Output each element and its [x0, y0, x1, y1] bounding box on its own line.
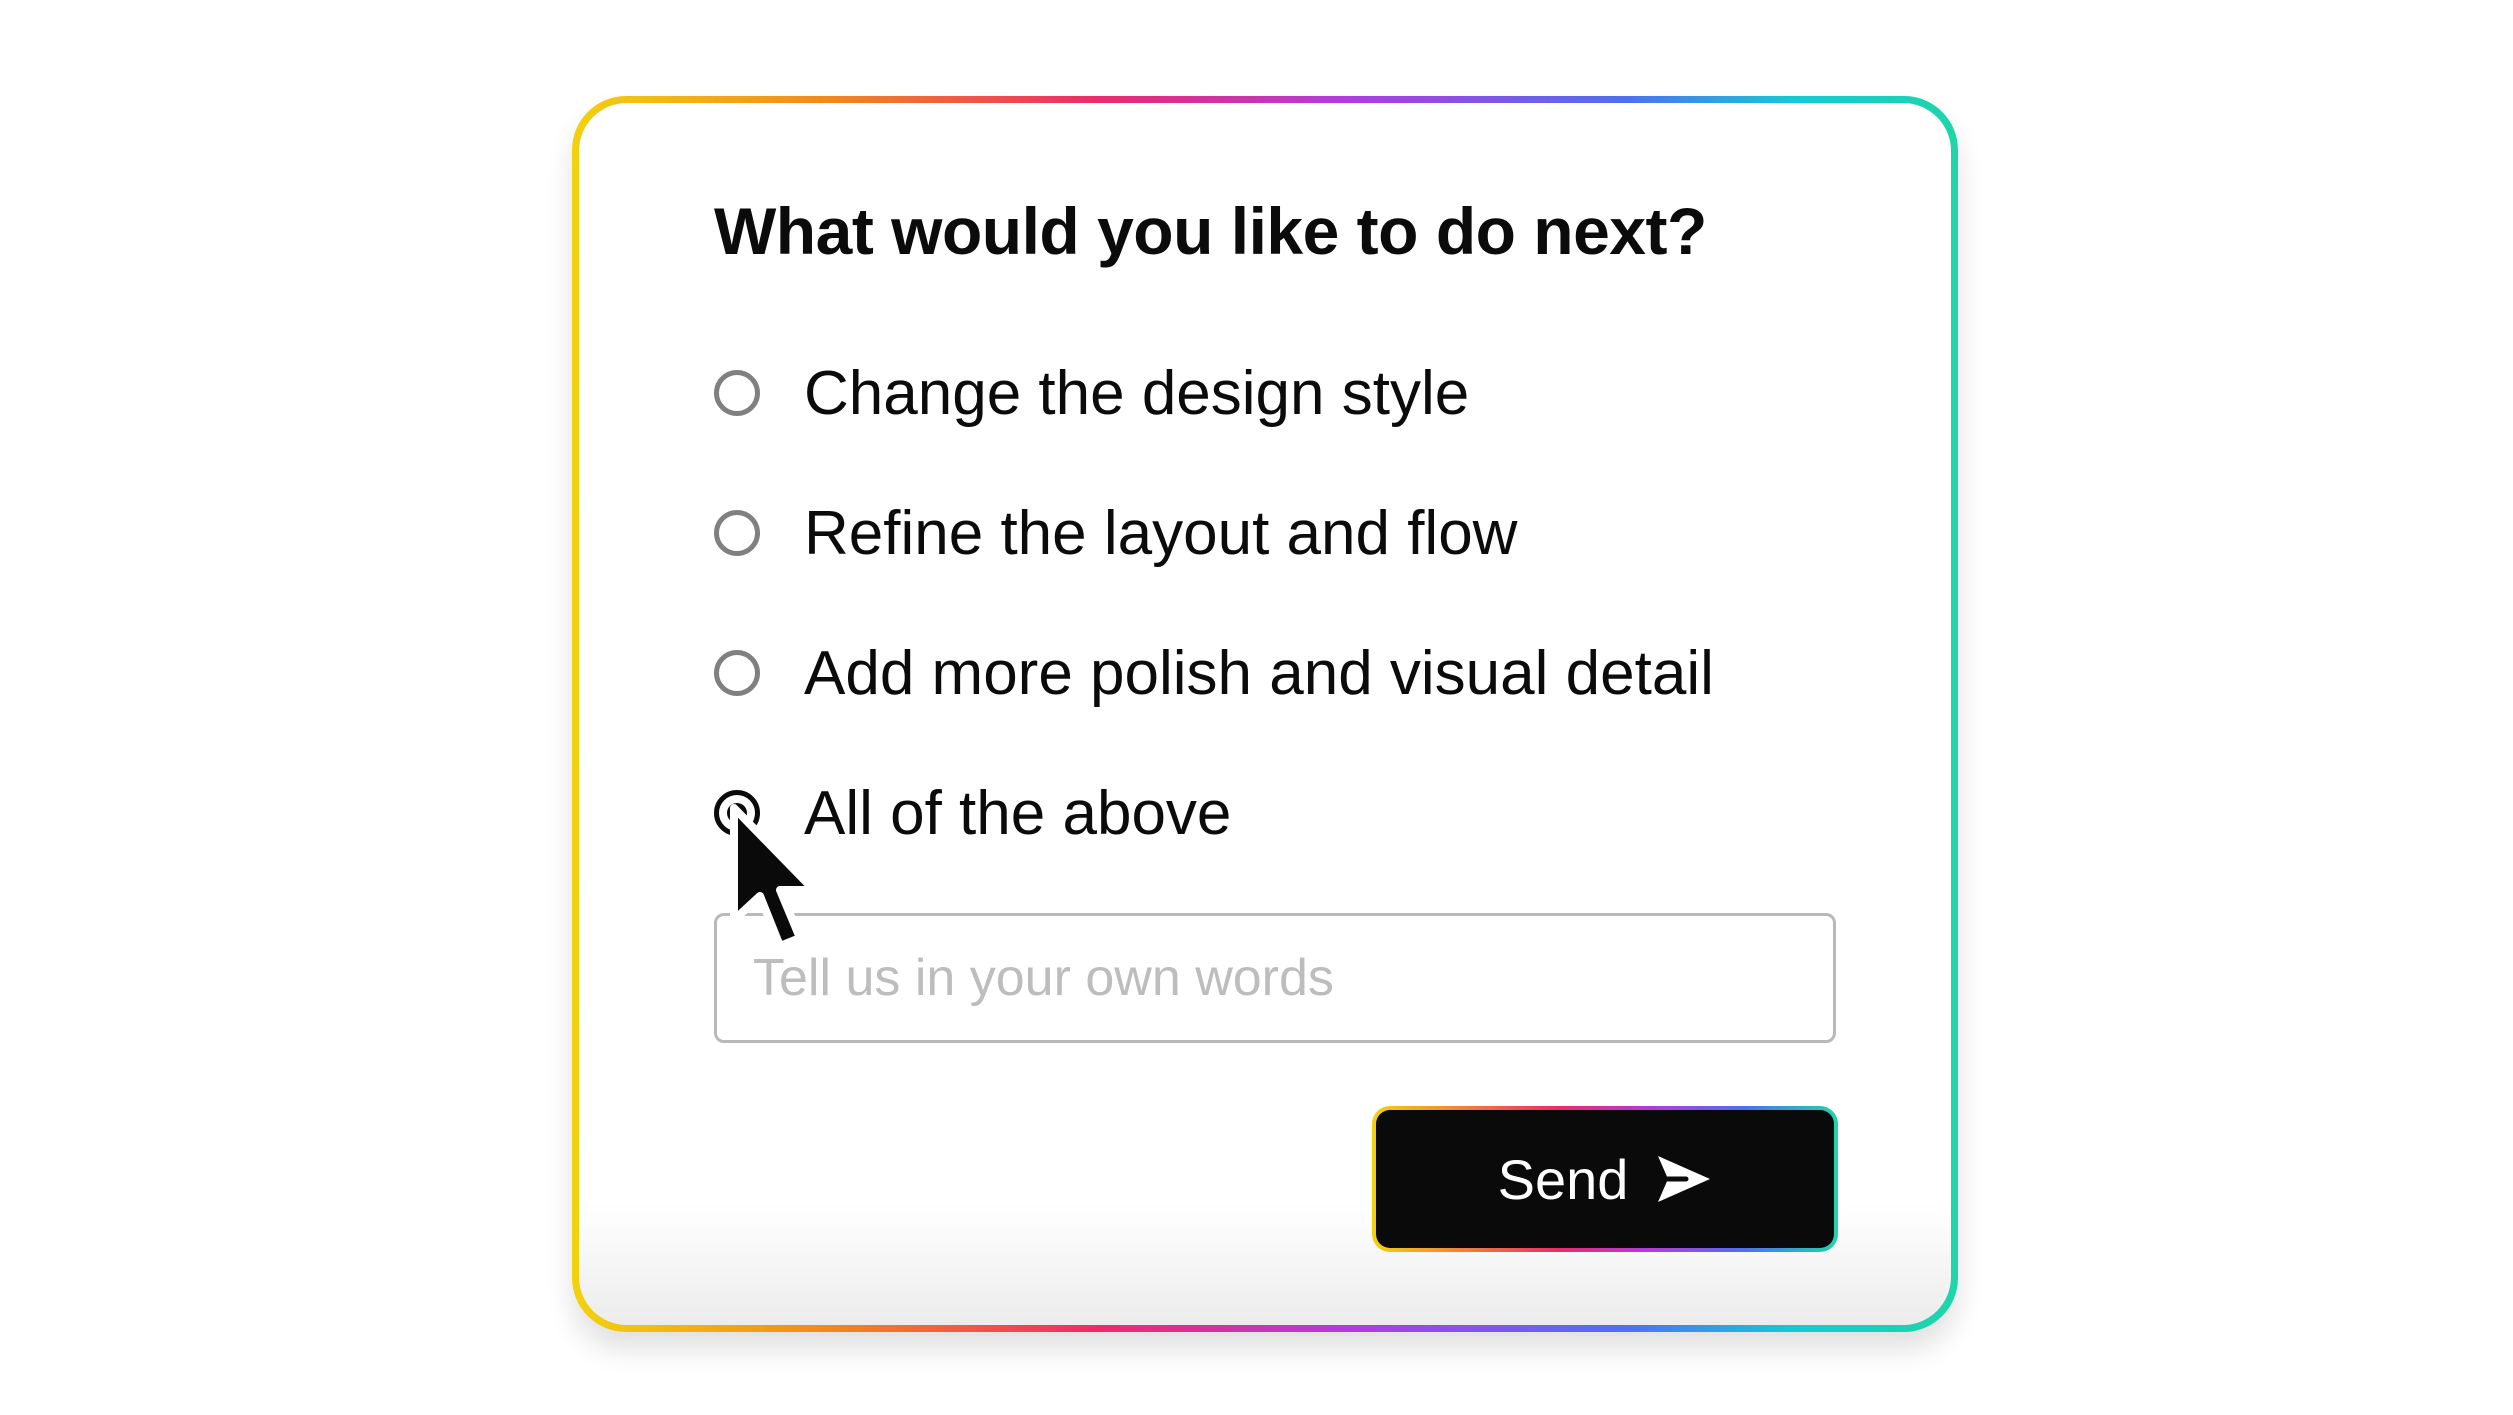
stage: What would you like to do next? Change t…: [0, 0, 2513, 1415]
option-refine-layout[interactable]: Refine the layout and flow: [714, 463, 1844, 603]
radio-button-selected[interactable]: [714, 790, 760, 836]
option-label: Add more polish and visual detail: [804, 638, 1714, 708]
send-arrow-icon: [1658, 1156, 1711, 1202]
question-title: What would you like to do next?: [714, 194, 1707, 268]
send-button[interactable]: Send: [1372, 1106, 1838, 1252]
option-label: All of the above: [804, 778, 1232, 848]
option-add-polish[interactable]: Add more polish and visual detail: [714, 603, 1844, 743]
option-label: Change the design style: [804, 358, 1470, 428]
radio-button[interactable]: [714, 510, 760, 556]
options-list: Change the design style Refine the layou…: [714, 353, 1844, 883]
send-button-body[interactable]: Send: [1376, 1110, 1834, 1248]
question-card-body: What would you like to do next? Change t…: [579, 103, 1951, 1325]
radio-button[interactable]: [714, 650, 760, 696]
option-label: Refine the layout and flow: [804, 498, 1518, 568]
free-text-input[interactable]: [714, 913, 1836, 1043]
radio-button[interactable]: [714, 370, 760, 416]
send-button-label: Send: [1497, 1147, 1629, 1211]
option-change-design-style[interactable]: Change the design style: [714, 323, 1844, 463]
question-card: What would you like to do next? Change t…: [572, 96, 1958, 1332]
option-all-of-the-above[interactable]: All of the above: [714, 743, 1844, 883]
